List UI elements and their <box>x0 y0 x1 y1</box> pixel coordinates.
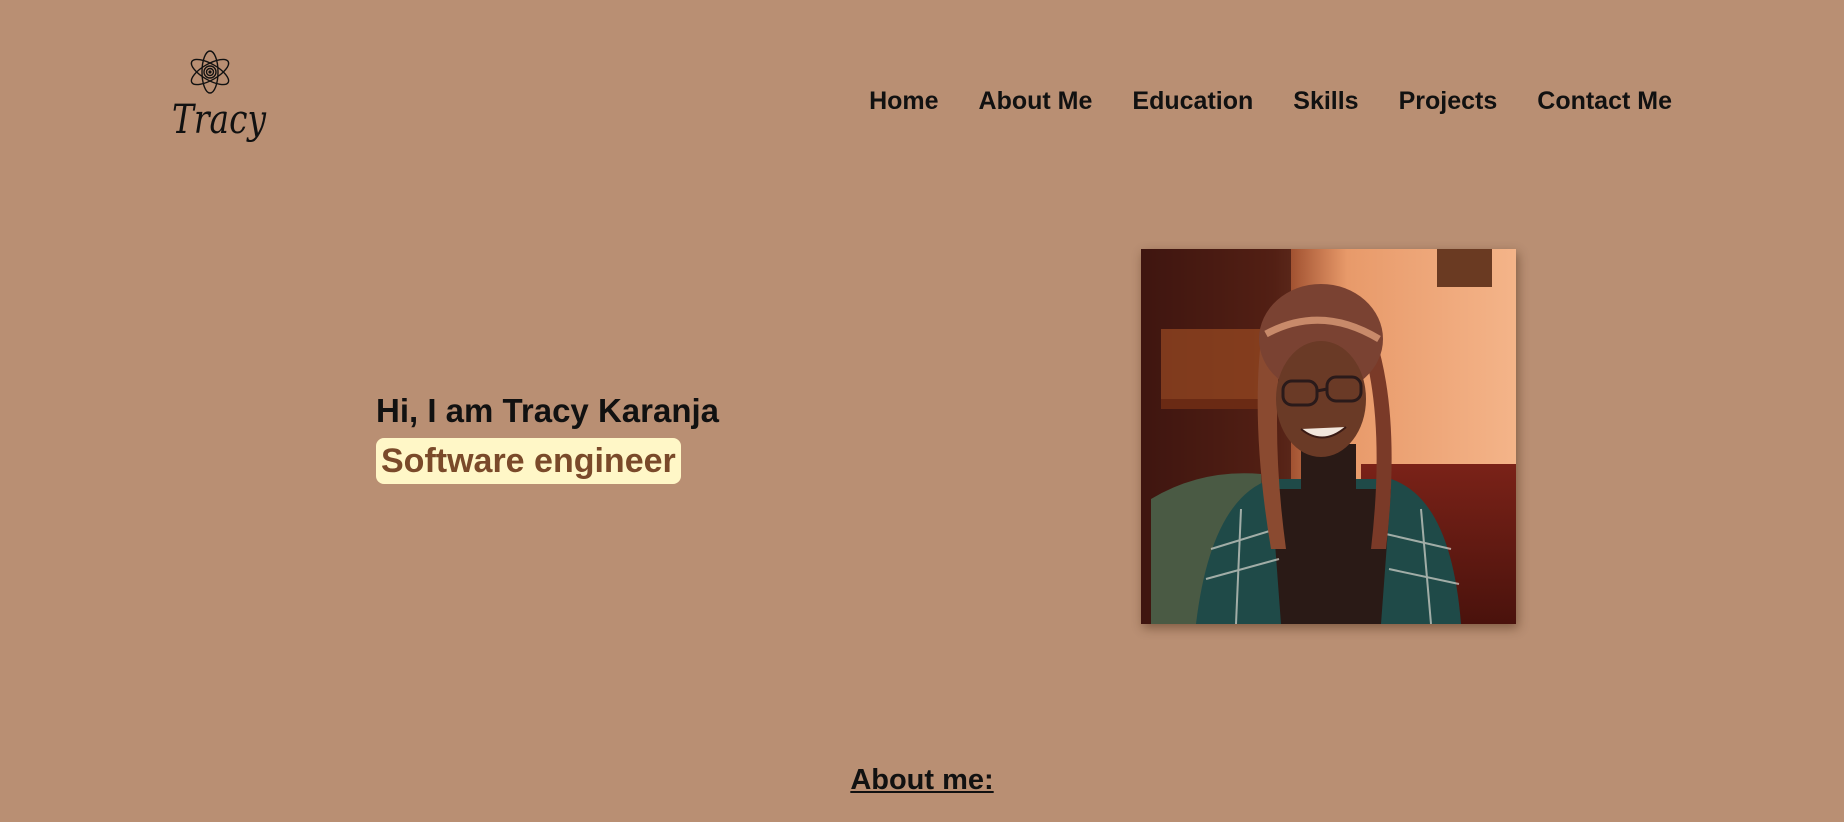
about-heading: About me: <box>850 764 994 796</box>
logo-text: Tracy <box>172 97 267 143</box>
nav-projects[interactable]: Projects <box>1399 86 1498 116</box>
hero-role-badge: Software engineer <box>376 438 681 484</box>
nav-education[interactable]: Education <box>1132 86 1253 116</box>
nav-home[interactable]: Home <box>869 86 938 116</box>
nav-contact-me[interactable]: Contact Me <box>1537 86 1672 116</box>
atom-flower-icon <box>190 50 230 94</box>
main-nav: Home About Me Education Skills Projects … <box>869 86 1672 116</box>
nav-about-me[interactable]: About Me <box>979 86 1093 116</box>
logo-link[interactable]: Tracy <box>168 48 266 158</box>
hero-greeting: Hi, I am Tracy Karanja <box>376 392 720 429</box>
nav-skills[interactable]: Skills <box>1293 86 1358 116</box>
portrait-photo <box>1141 249 1516 624</box>
page: Tracy Home About Me Education Skills Pro… <box>0 0 1844 822</box>
